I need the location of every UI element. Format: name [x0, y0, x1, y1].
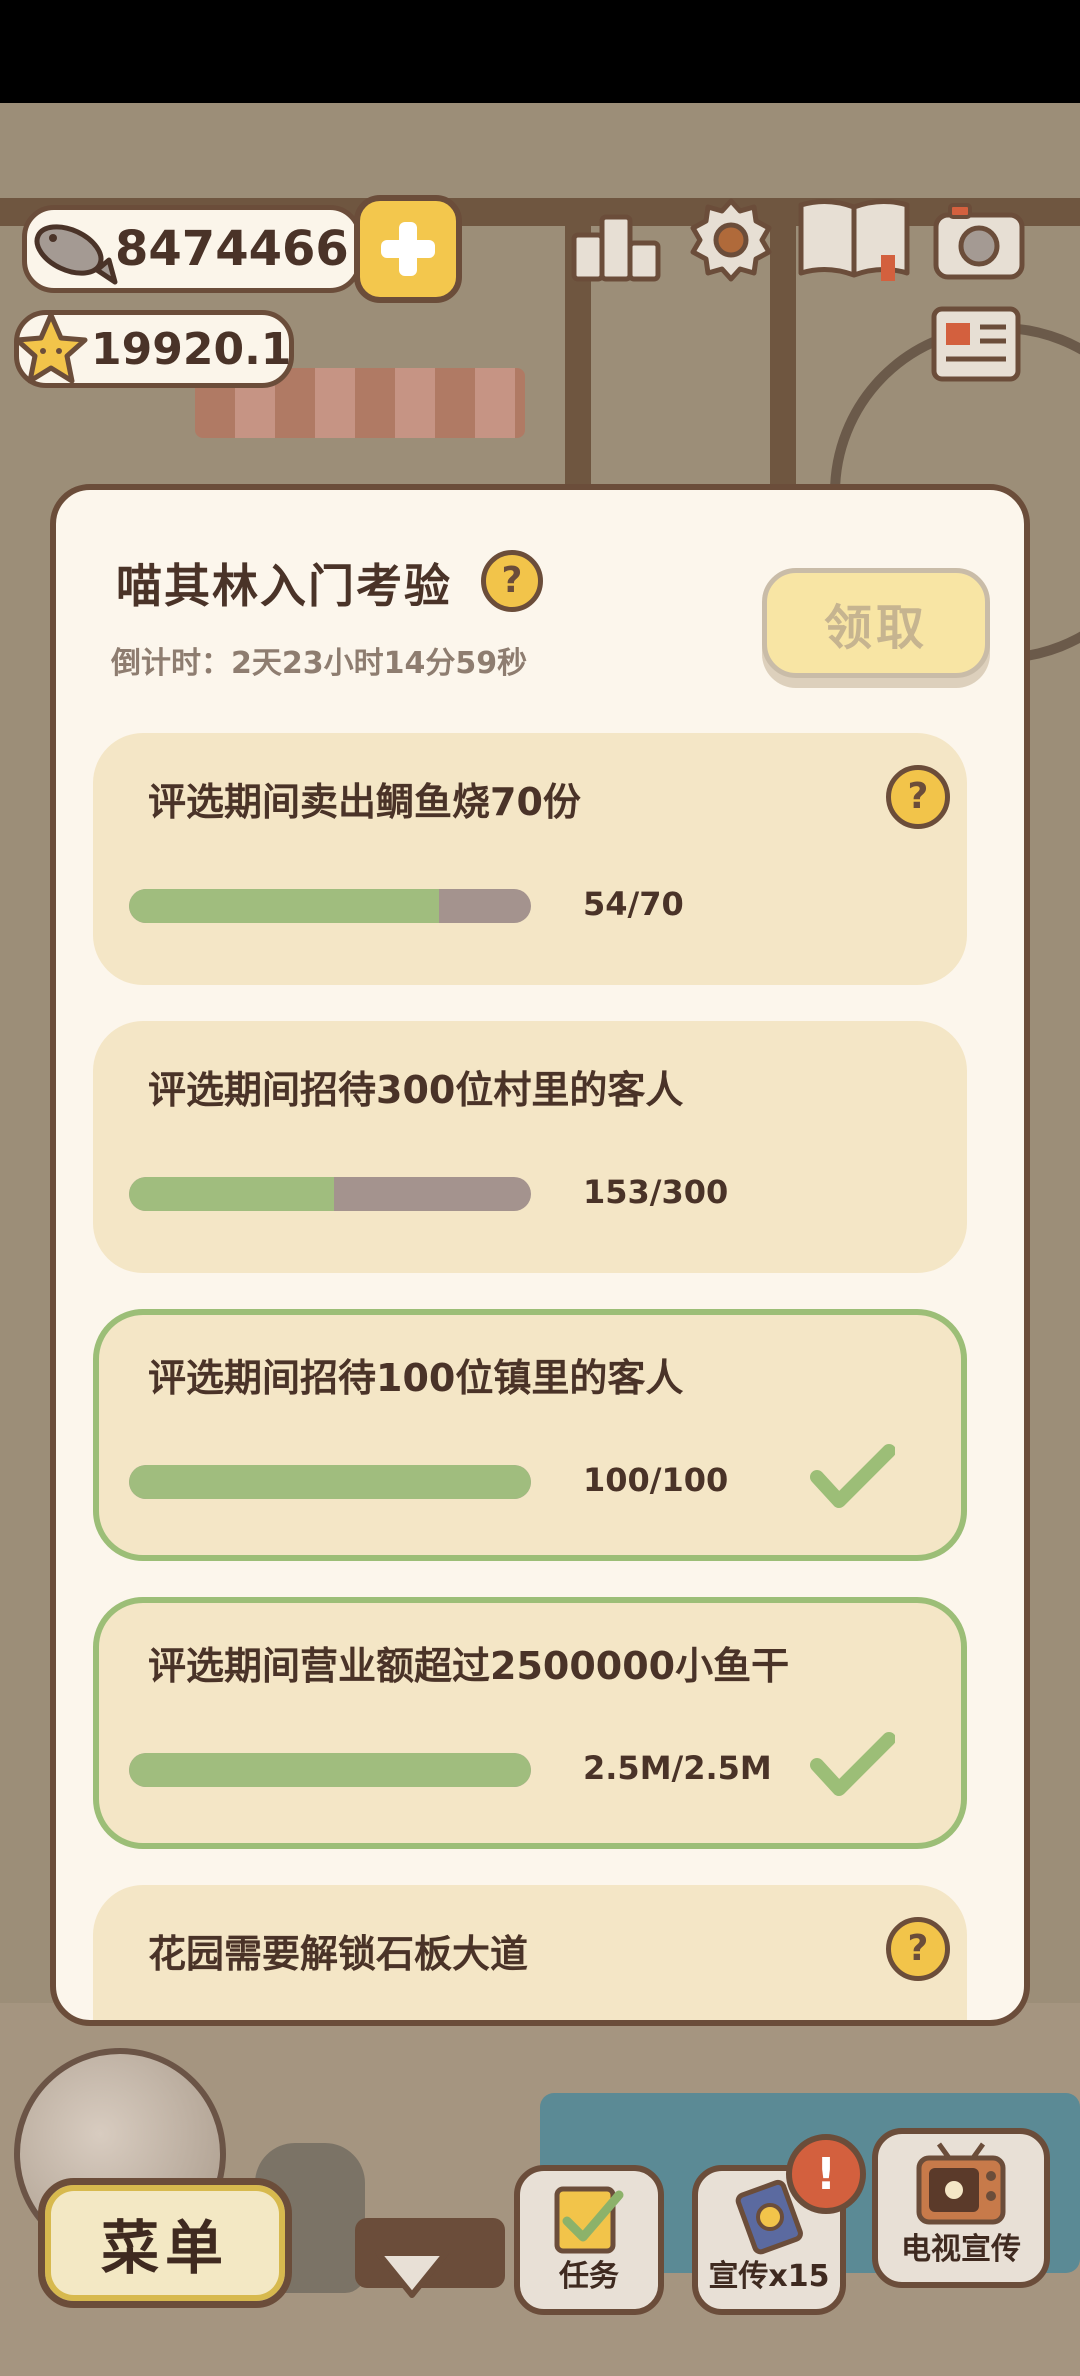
claim-button[interactable]: 领取 — [762, 568, 990, 678]
progress-fill — [129, 1177, 335, 1211]
progress-bar — [129, 889, 531, 923]
countdown-timer: 倒计时：2天23小时14分59秒 — [111, 646, 528, 681]
checkmark-icon — [810, 1732, 895, 1796]
task-description: 花园需要解锁石板大道 — [148, 1932, 529, 1976]
task-button-label: 任务 — [559, 2259, 619, 2294]
task-description: 评选期间卖出鲷鱼烧70份 — [148, 780, 581, 824]
task-description: 评选期间招待100位镇里的客人 — [148, 1356, 684, 1400]
question-icon[interactable]: ? — [886, 1917, 950, 1981]
challenge-modal: 喵其林入门考验 ? 倒计时：2天23小时14分59秒 领取 评选期间卖出鲷鱼烧7… — [50, 484, 1030, 2026]
task-card: 评选期间招待100位镇里的客人 100/100 — [93, 1309, 967, 1561]
newspaper-icon[interactable] — [930, 305, 1022, 383]
tv-icon — [916, 2142, 1006, 2225]
progress-bar — [129, 1465, 531, 1499]
task-card: 评选期间招待300位村里的客人 153/300 — [93, 1021, 967, 1273]
tv-promotion-button-label: 电视宣传 — [901, 2232, 1021, 2267]
alert-badge: ! — [786, 2134, 866, 2214]
task-description: 评选期间招待300位村里的客人 — [148, 1068, 684, 1112]
progress-bar — [129, 1753, 531, 1787]
book-icon[interactable] — [795, 195, 913, 285]
plus-icon — [381, 222, 435, 276]
fish-currency-value: 8474466 — [115, 221, 349, 277]
task-description: 评选期间营业额超过2500000小鱼干 — [148, 1644, 790, 1688]
camera-icon[interactable] — [932, 195, 1026, 285]
promotion-button-label: 宣传x15 — [708, 2259, 830, 2294]
question-icon[interactable]: ? — [886, 765, 950, 829]
fish-icon — [34, 224, 118, 285]
progress-fill — [129, 1753, 531, 1787]
progress-fill — [129, 1465, 531, 1499]
menu-button[interactable]: 菜单 — [38, 2178, 292, 2308]
modal-title: 喵其林入门考验 — [116, 559, 452, 613]
star-icon — [14, 312, 88, 384]
tv-promotion-button[interactable]: 电视宣传 — [872, 2128, 1050, 2288]
add-currency-button[interactable] — [354, 195, 462, 303]
question-icon[interactable]: ? — [481, 550, 543, 612]
task-card: 花园需要解锁石板大道? — [93, 1885, 967, 2020]
star-currency-value: 19920.1 — [91, 323, 292, 375]
progress-count: 2.5M/2.5M — [583, 1749, 772, 1787]
task-card: 评选期间卖出鲷鱼烧70份? 54/70 — [93, 733, 967, 985]
checklist-icon — [554, 2186, 624, 2254]
progress-count: 100/100 — [583, 1461, 729, 1499]
task-card: 评选期间营业额超过2500000小鱼干 2.5M/2.5M — [93, 1597, 967, 1849]
progress-count: 153/300 — [583, 1173, 729, 1211]
checkmark-icon — [810, 1444, 895, 1508]
ranking-icon[interactable] — [570, 195, 662, 285]
progress-count: 54/70 — [583, 885, 684, 923]
star-currency-display: 19920.1 — [14, 310, 294, 388]
chevron-down-icon[interactable] — [372, 2245, 452, 2301]
status-bar — [0, 0, 1080, 103]
fish-currency-display: 8474466 — [22, 205, 362, 293]
task-button[interactable]: 任务 — [514, 2165, 664, 2315]
progress-bar — [129, 1177, 531, 1211]
gear-icon[interactable] — [686, 195, 776, 285]
progress-fill — [129, 889, 439, 923]
